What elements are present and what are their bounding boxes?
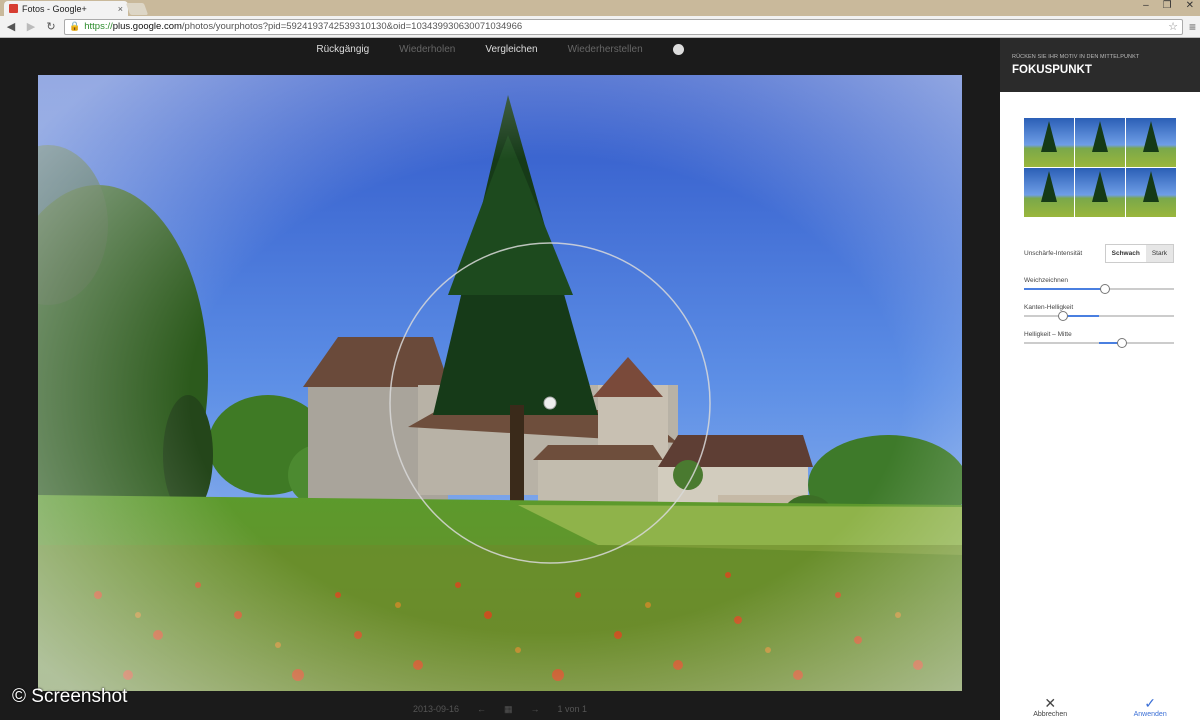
slider-track[interactable] bbox=[1024, 338, 1174, 348]
apply-button[interactable]: ✓ Anwenden bbox=[1134, 695, 1167, 718]
slider-label: Weichzeichnen bbox=[1024, 277, 1068, 284]
slider-track[interactable] bbox=[1024, 284, 1174, 294]
photo-editor: Rückgängig Wiederholen Vergleichen Wiede… bbox=[0, 38, 1000, 720]
grid-view-icon[interactable]: ▦ bbox=[504, 704, 513, 715]
tab-close-button[interactable]: × bbox=[118, 4, 123, 14]
photo-image bbox=[38, 75, 962, 691]
restore-button[interactable]: Wiederherstellen bbox=[568, 44, 643, 55]
panel-header: RÜCKEN SIE IHR MOTIV IN DEN MITTELPUNKT … bbox=[1000, 38, 1200, 92]
preset-thumbnail[interactable] bbox=[1024, 118, 1074, 167]
photo-date: 2013-09-16 bbox=[412, 704, 459, 714]
minimize-button[interactable]: – bbox=[1143, 0, 1149, 11]
photo-counter: 1 von 1 bbox=[557, 704, 588, 714]
compare-button[interactable]: Vergleichen bbox=[485, 44, 537, 55]
url-host: plus.google.com bbox=[112, 21, 182, 32]
previous-arrow-icon[interactable]: ← bbox=[477, 704, 486, 715]
photo-canvas[interactable] bbox=[38, 75, 962, 691]
back-arrow-icon[interactable]: ◀ bbox=[4, 20, 18, 33]
help-icon[interactable]: ? bbox=[672, 44, 684, 55]
google-plus-favicon-icon bbox=[9, 4, 18, 13]
apply-label: Anwenden bbox=[1133, 711, 1167, 718]
editor-toolbar: Rückgängig Wiederholen Vergleichen Wiede… bbox=[0, 44, 1000, 55]
focus-point-panel: RÜCKEN SIE IHR MOTIV IN DEN MITTELPUNKT … bbox=[1000, 38, 1200, 720]
focus-point-handle[interactable] bbox=[543, 396, 557, 410]
browser-tab[interactable]: Fotos - Google+ × bbox=[4, 1, 128, 16]
slider-track[interactable] bbox=[1024, 311, 1174, 321]
slider-handle[interactable] bbox=[1116, 338, 1127, 348]
intensity-weak-button[interactable]: Schwach bbox=[1105, 245, 1146, 262]
blur-intensity-toggle: Schwach Stark bbox=[1104, 244, 1174, 263]
lock-icon: 🔒 bbox=[69, 21, 81, 31]
slider-label: Helligkeit – Mitte bbox=[1024, 331, 1072, 338]
browser-tab-strip: Fotos - Google+ × – ❐ ✕ bbox=[0, 0, 1200, 16]
preset-thumbnail[interactable] bbox=[1024, 168, 1074, 217]
cancel-button[interactable]: ✕ Abbrechen bbox=[1033, 695, 1067, 718]
panel-subtitle: RÜCKEN SIE IHR MOTIV IN DEN MITTELPUNKT bbox=[1012, 54, 1140, 60]
preset-thumbnail[interactable] bbox=[1075, 118, 1125, 167]
intensity-strong-button[interactable]: Stark bbox=[1145, 245, 1173, 262]
slider-fill bbox=[1063, 315, 1099, 317]
slider-handle[interactable] bbox=[1100, 284, 1110, 294]
blur-intensity-row: Unschärfe-Intensität Schwach Stark bbox=[1024, 244, 1174, 263]
browser-toolbar: ◀ ▶ ↻ 🔒 https:// plus.google.com /photos… bbox=[0, 16, 1200, 38]
panel-actions: ✕ Abbrechen ✓ Anwenden bbox=[1000, 686, 1200, 720]
next-arrow-icon[interactable]: → bbox=[531, 704, 540, 715]
center-brightness-slider[interactable]: Helligkeit – Mitte bbox=[1024, 331, 1174, 348]
new-tab-button[interactable] bbox=[125, 3, 149, 15]
tab-title: Fotos - Google+ bbox=[22, 3, 87, 14]
url-scheme: https:// bbox=[84, 21, 113, 32]
maximize-button[interactable]: ❐ bbox=[1163, 0, 1172, 11]
preset-thumbnail[interactable] bbox=[1075, 168, 1125, 217]
preset-thumbnails bbox=[1024, 118, 1176, 217]
forward-arrow-icon[interactable]: ▶ bbox=[24, 20, 38, 33]
close-window-button[interactable]: ✕ bbox=[1186, 0, 1194, 11]
url-path: /photos/yourphotos?pid=59241937425393101… bbox=[181, 21, 523, 32]
redo-button[interactable]: Wiederholen bbox=[399, 44, 455, 55]
close-icon: ✕ bbox=[1044, 695, 1057, 711]
preset-thumbnail[interactable] bbox=[1126, 168, 1176, 217]
blur-intensity-label: Unschärfe-Intensität bbox=[1024, 250, 1083, 257]
checkmark-icon: ✓ bbox=[1144, 695, 1157, 711]
panel-title: FOKUSPUNKT bbox=[1012, 64, 1092, 76]
slider-handle[interactable] bbox=[1058, 311, 1068, 321]
screenshot-watermark: © Screenshot bbox=[12, 686, 128, 707]
undo-button[interactable]: Rückgängig bbox=[316, 44, 369, 55]
edge-brightness-slider[interactable]: Kanten-Helligkeit bbox=[1024, 304, 1174, 321]
preset-thumbnail[interactable] bbox=[1126, 118, 1176, 167]
slider-label: Kanten-Helligkeit bbox=[1024, 304, 1074, 311]
slider-fill bbox=[1024, 288, 1105, 290]
window-controls: – ❐ ✕ bbox=[1143, 0, 1194, 11]
browser-menu-icon[interactable]: ≡ bbox=[1189, 20, 1196, 34]
bookmark-star-icon[interactable]: ☆ bbox=[1168, 20, 1178, 33]
cancel-label: Abbrechen bbox=[1033, 711, 1068, 718]
photo-navigation: 2013-09-16 ← ▦ → 1 von 1 bbox=[0, 704, 1000, 715]
soften-slider[interactable]: Weichzeichnen bbox=[1024, 277, 1174, 294]
address-bar[interactable]: 🔒 https:// plus.google.com /photos/yourp… bbox=[64, 18, 1183, 35]
reload-icon[interactable]: ↻ bbox=[44, 20, 58, 33]
